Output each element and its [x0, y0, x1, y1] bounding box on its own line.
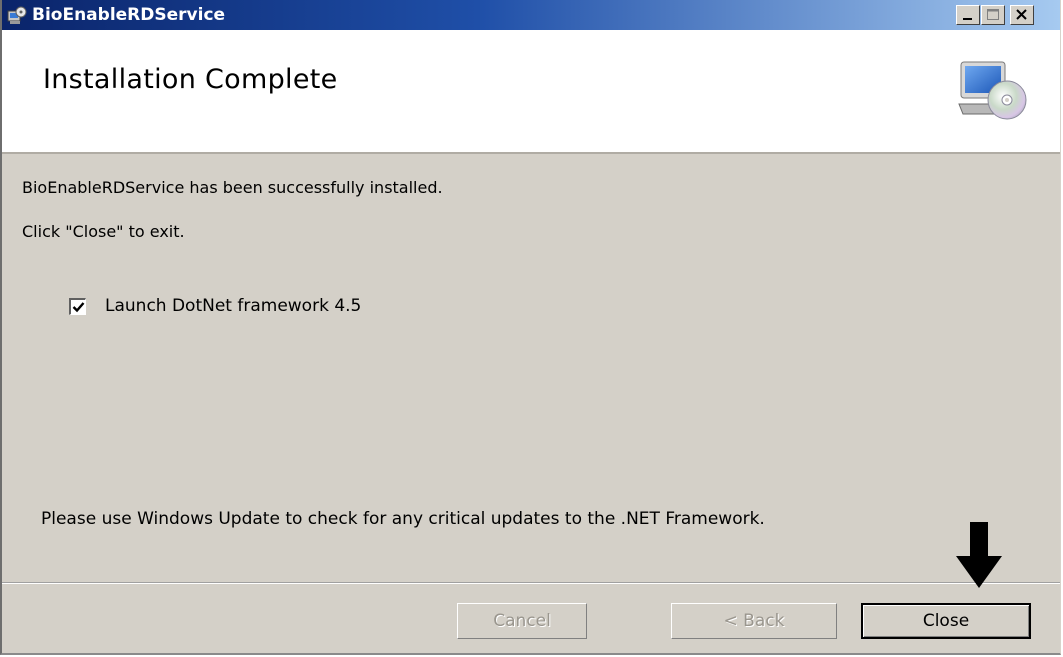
installer-app-icon [7, 6, 27, 24]
launch-dotnet-label[interactable]: Launch DotNet framework 4.5 [105, 296, 361, 316]
footer-divider [2, 582, 1060, 584]
close-icon [1016, 9, 1027, 20]
computer-cd-icon [958, 61, 1027, 120]
success-message: BioEnableRDService has been successfully… [22, 178, 443, 197]
title-bar[interactable]: BioEnableRDService [2, 0, 1060, 30]
minimize-button[interactable] [956, 5, 980, 25]
exit-instruction: Click "Close" to exit. [22, 222, 185, 241]
header-banner: Installation Complete [2, 30, 1060, 154]
installer-window: BioEnableRDService Installation Complete [0, 0, 1061, 655]
checkmark-icon [72, 302, 85, 313]
down-arrow-annotation [956, 522, 1002, 588]
update-notice: Please use Windows Update to check for a… [41, 509, 765, 529]
minimize-icon [963, 18, 972, 20]
close-window-button[interactable] [1010, 5, 1034, 25]
launch-dotnet-checkbox[interactable] [69, 298, 86, 315]
maximize-icon [987, 9, 999, 20]
close-button[interactable]: Close [861, 603, 1031, 639]
back-button[interactable]: < Back [671, 603, 837, 639]
cancel-button[interactable]: Cancel [457, 603, 587, 639]
page-title: Installation Complete [43, 64, 338, 95]
window-title: BioEnableRDService [32, 5, 226, 25]
maximize-button[interactable] [981, 5, 1005, 25]
